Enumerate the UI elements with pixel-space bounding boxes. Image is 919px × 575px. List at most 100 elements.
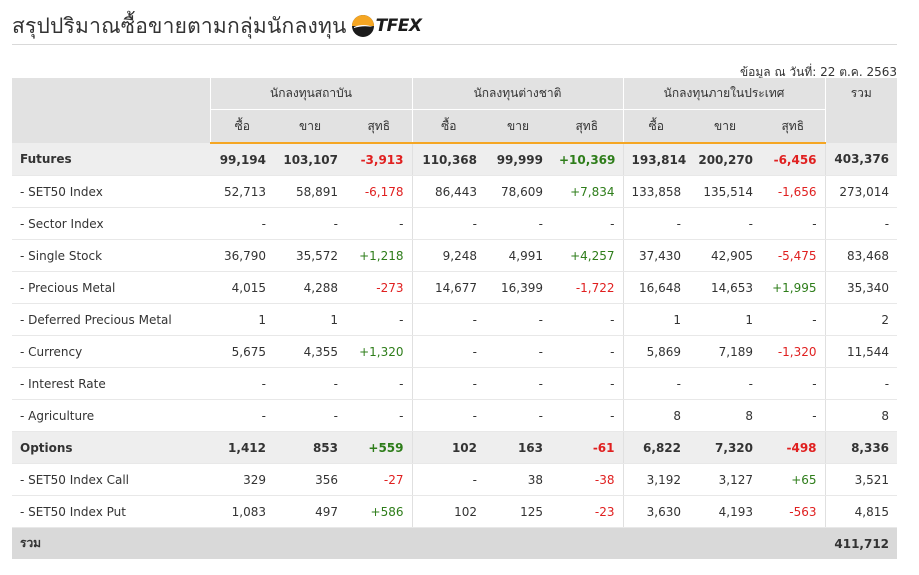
header-net: สุทธิ xyxy=(761,109,826,144)
sell-cell: 1 xyxy=(274,303,346,336)
net-cell: +7,834 xyxy=(551,175,624,208)
buy-cell: - xyxy=(622,367,690,400)
total-cell: 35,340 xyxy=(824,271,898,304)
header-total-blank xyxy=(825,109,898,143)
total-cell: 8 xyxy=(824,399,898,432)
net-cell: -6,456 xyxy=(761,143,826,176)
total-cell: 2 xyxy=(824,303,898,336)
net-cell: +1,320 xyxy=(346,335,412,368)
buy-cell: 36,790 xyxy=(210,239,274,272)
table-row: - Interest Rate - - - - - - - - - - xyxy=(12,367,898,400)
buy-cell: - xyxy=(210,207,274,240)
table-row: - SET50 Index Put 1,083 497 +586 102 125 -23 3,… xyxy=(12,495,898,528)
table-row: - Agriculture - - - - - -8 8-8 xyxy=(12,399,898,432)
net-cell: -61 xyxy=(551,431,624,464)
net-cell: +586 xyxy=(346,495,412,528)
table-body: Futures 99,194 103,107 -3,913 110,368 99,999 +… xyxy=(12,143,898,559)
buy-cell: 6,822 xyxy=(622,431,690,464)
buy-cell: 1 xyxy=(210,303,274,336)
header-net: สุทธิ xyxy=(346,109,413,144)
sell-cell: - xyxy=(689,367,762,400)
header-group-institution: นักลงทุนสถาบัน xyxy=(210,78,413,110)
sell-cell: 58,891 xyxy=(274,175,346,208)
grand-total-row: รวม 411,712 xyxy=(12,527,898,559)
sell-cell: - xyxy=(689,207,762,240)
buy-cell: 329 xyxy=(210,463,274,496)
buy-cell: 3,630 xyxy=(622,495,690,528)
buy-cell: 5,869 xyxy=(622,335,690,368)
buy-cell: 4,015 xyxy=(210,271,274,304)
header-sell: ขาย xyxy=(689,109,762,144)
total-cell: 4,815 xyxy=(824,495,898,528)
sell-cell: 4,991 xyxy=(485,239,551,272)
net-cell: +4,257 xyxy=(551,239,624,272)
net-cell: - xyxy=(551,399,624,432)
sell-cell: 125 xyxy=(485,495,551,528)
header-net: สุทธิ xyxy=(551,109,624,144)
tfex-logo: TFEX xyxy=(351,14,422,38)
sell-cell: 103,107 xyxy=(274,143,346,176)
table-row: - Currency 5,675 4,355 +1,320- - -5,869 7,189-… xyxy=(12,335,898,368)
buy-cell: 3,192 xyxy=(622,463,690,496)
total-cell: 8,336 xyxy=(824,431,898,464)
sell-cell: 78,609 xyxy=(485,175,551,208)
row-label: Futures xyxy=(12,143,210,176)
buy-cell: 86,443 xyxy=(411,175,485,208)
table-row: - SET50 Index Call 329 356 -27-38 -38 3,192 3,… xyxy=(12,463,898,496)
buy-cell: 110,368 xyxy=(411,143,485,176)
sell-cell: 3,127 xyxy=(689,463,762,496)
buy-cell: 14,677 xyxy=(411,271,485,304)
row-label: - SET50 Index xyxy=(12,175,210,208)
buy-cell: 37,430 xyxy=(622,239,690,272)
sell-cell: 16,399 xyxy=(485,271,551,304)
sell-cell: 163 xyxy=(485,431,551,464)
sell-cell: 135,514 xyxy=(689,175,762,208)
net-cell: -23 xyxy=(551,495,624,528)
total-cell: 83,468 xyxy=(824,239,898,272)
sell-cell: 42,905 xyxy=(689,239,762,272)
sell-cell: - xyxy=(485,303,551,336)
net-cell: - xyxy=(346,367,412,400)
sell-cell: 497 xyxy=(274,495,346,528)
total-cell: 3,521 xyxy=(824,463,898,496)
net-cell: - xyxy=(551,207,624,240)
net-cell: -6,178 xyxy=(346,175,412,208)
net-cell: - xyxy=(551,303,624,336)
net-cell: - xyxy=(761,303,826,336)
net-cell: - xyxy=(346,399,412,432)
net-cell: - xyxy=(346,207,412,240)
net-cell: - xyxy=(761,367,826,400)
total-cell: 11,544 xyxy=(824,335,898,368)
row-label: - Interest Rate xyxy=(12,367,210,400)
buy-cell: - xyxy=(411,399,485,432)
header-buy: ซื้อ xyxy=(412,109,485,144)
buy-cell: 16,648 xyxy=(622,271,690,304)
total-cell: 403,376 xyxy=(824,143,898,176)
sell-cell: 99,999 xyxy=(485,143,551,176)
net-cell: -27 xyxy=(346,463,412,496)
buy-cell: - xyxy=(622,207,690,240)
header-group-row: นักลงทุนสถาบัน นักลงทุนต่างชาติ นักลงทุน… xyxy=(12,78,898,143)
net-cell: - xyxy=(551,335,624,368)
buy-cell: 52,713 xyxy=(210,175,274,208)
net-cell: -563 xyxy=(761,495,826,528)
sell-cell: 8 xyxy=(689,399,762,432)
buy-cell: - xyxy=(411,207,485,240)
sell-cell: - xyxy=(485,367,551,400)
net-cell: -1,656 xyxy=(761,175,826,208)
net-cell: -38 xyxy=(551,463,624,496)
sell-cell: 1 xyxy=(689,303,762,336)
sell-cell: - xyxy=(274,399,346,432)
net-cell: -1,722 xyxy=(551,271,624,304)
grand-total-label: รวม xyxy=(12,527,826,559)
header-label-cell xyxy=(12,78,211,143)
tfex-logo-text: TFEX xyxy=(375,16,422,36)
row-label: - SET50 Index Call xyxy=(12,463,210,496)
sell-cell: 4,193 xyxy=(689,495,762,528)
net-cell: -273 xyxy=(346,271,412,304)
header-group-local: นักลงทุนภายในประเทศ xyxy=(623,78,826,110)
investor-volume-table: นักลงทุนสถาบัน นักลงทุนต่างชาติ นักลงทุน… xyxy=(12,78,898,559)
table-row: - Sector Index - - - - - - - - - - xyxy=(12,207,898,240)
row-label: - Agriculture xyxy=(12,399,210,432)
row-label: Options xyxy=(12,431,210,464)
